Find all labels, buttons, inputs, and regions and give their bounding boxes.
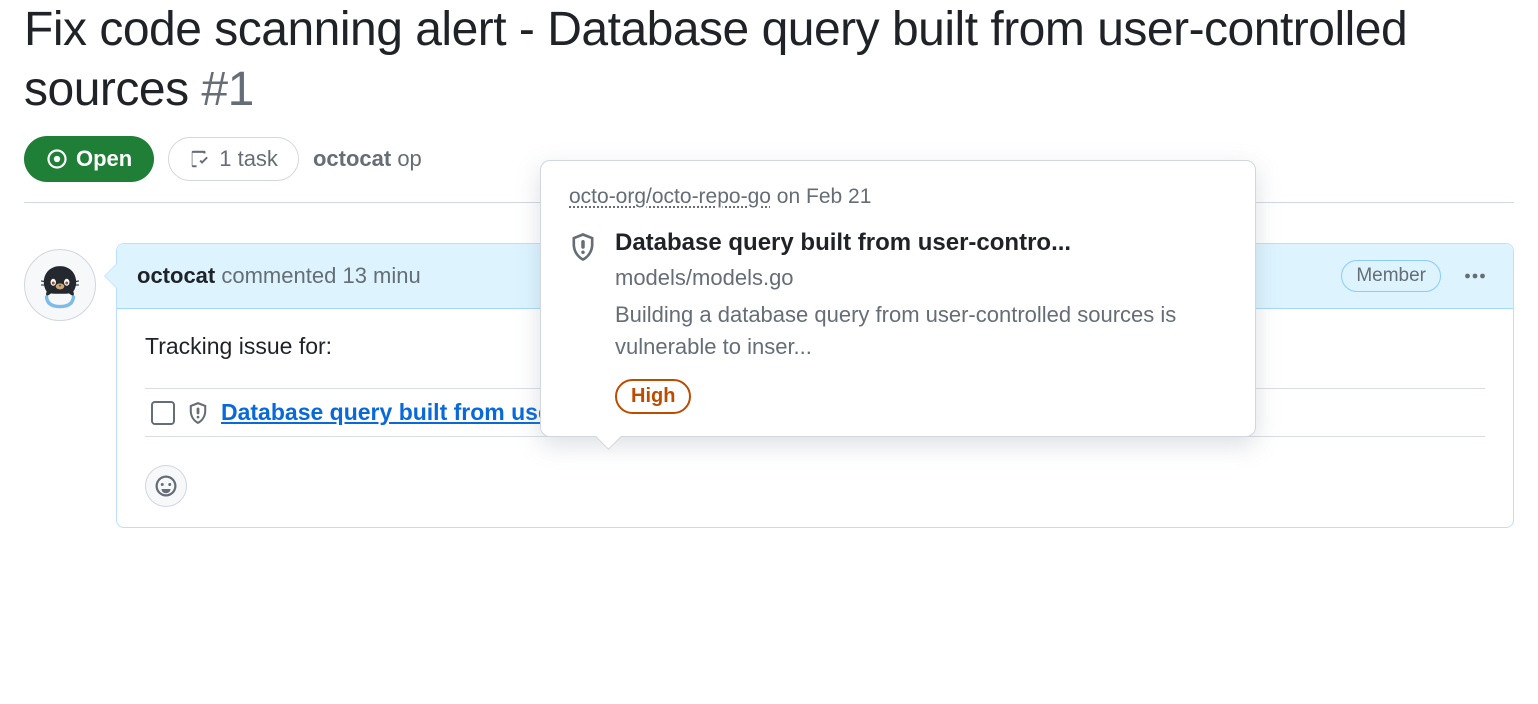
issue-opened-verb: op bbox=[397, 146, 421, 171]
add-reaction-button[interactable] bbox=[145, 465, 187, 507]
hovercard: octo-org/octo-repo-go on Feb 21 Database… bbox=[540, 160, 1256, 437]
comment-action: commented bbox=[221, 263, 336, 288]
hovercard-file-path: models/models.go bbox=[615, 265, 1227, 291]
reactions-row bbox=[145, 465, 1485, 507]
task-checkbox[interactable] bbox=[151, 401, 175, 425]
hovercard-repo-link[interactable]: octo-org/octo-repo-go bbox=[569, 185, 771, 208]
tasks-count-label: 1 task bbox=[219, 146, 278, 172]
comment-header-left: octocat commented 13 minu bbox=[137, 263, 421, 289]
severity-badge: High bbox=[615, 379, 691, 414]
hovercard-date: on Feb 21 bbox=[777, 185, 872, 208]
issue-opened-by: octocat op bbox=[313, 146, 422, 172]
hovercard-main: Database query built from user-contro...… bbox=[569, 229, 1227, 414]
avatar[interactable] bbox=[24, 249, 96, 321]
hovercard-breadcrumb: octo-org/octo-repo-go on Feb 21 bbox=[569, 185, 1227, 209]
comment-header-right: Member bbox=[1341, 258, 1493, 294]
issue-number: #1 bbox=[201, 63, 253, 116]
comment-actions-menu[interactable] bbox=[1457, 258, 1493, 294]
hovercard-description: Building a database query from user-con­… bbox=[615, 299, 1227, 363]
kebab-icon bbox=[1463, 264, 1487, 288]
smiley-icon bbox=[154, 474, 178, 498]
state-badge-open: Open bbox=[24, 136, 154, 182]
hovercard-content: Database query built from user-contro...… bbox=[615, 229, 1227, 414]
comment-timestamp: 13 minu bbox=[342, 263, 420, 288]
octocat-icon bbox=[33, 258, 87, 312]
issue-title: Fix code scanning alert - Database query… bbox=[24, 0, 1514, 120]
shield-alert-icon bbox=[569, 233, 597, 261]
issue-open-icon bbox=[46, 148, 68, 170]
tasklist-icon bbox=[189, 148, 211, 170]
comment-author[interactable]: octocat bbox=[137, 263, 215, 288]
issue-author[interactable]: octocat bbox=[313, 146, 391, 171]
state-badge-label: Open bbox=[76, 146, 132, 172]
tasks-pill[interactable]: 1 task bbox=[168, 137, 299, 181]
shield-icon bbox=[187, 402, 209, 424]
role-badge: Member bbox=[1341, 260, 1441, 292]
hovercard-title: Database query built from user-contro... bbox=[615, 229, 1227, 257]
